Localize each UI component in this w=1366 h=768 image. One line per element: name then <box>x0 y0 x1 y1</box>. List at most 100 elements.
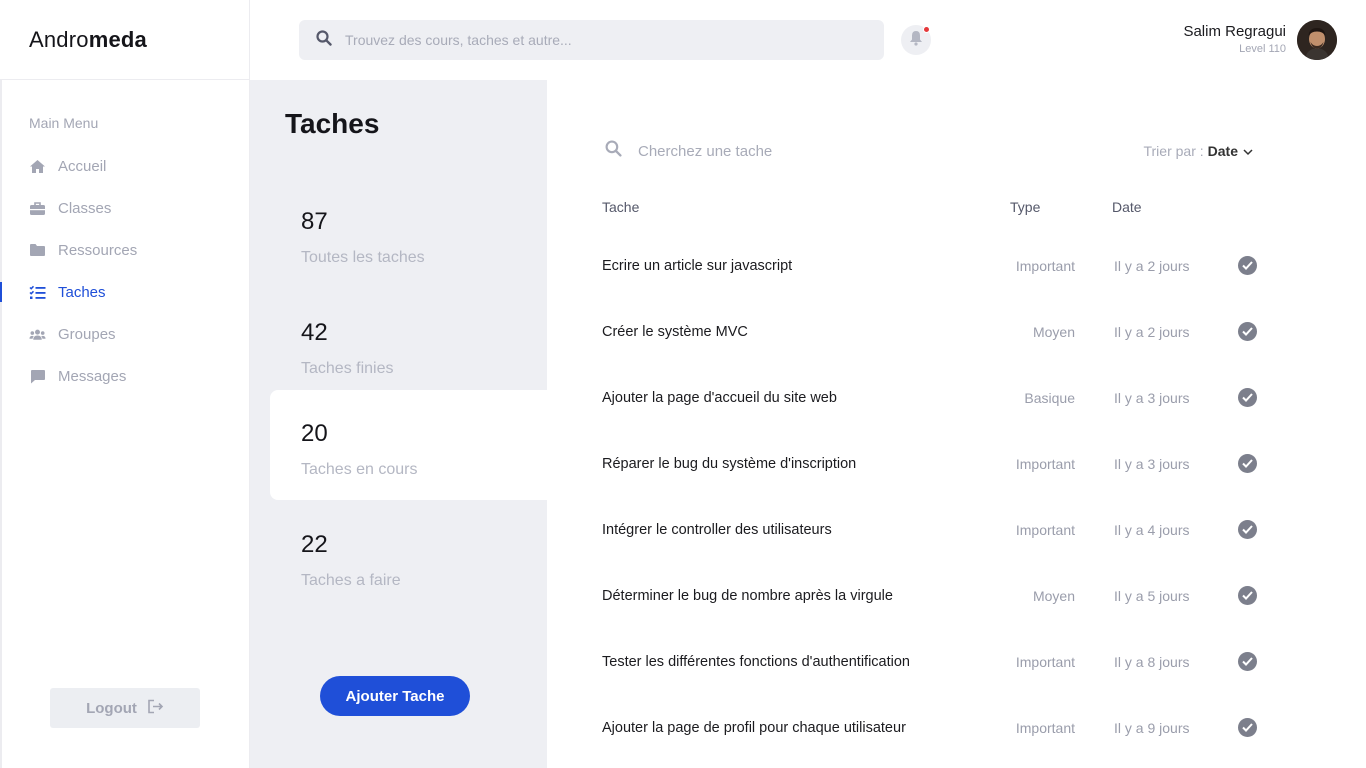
check-circle-icon[interactable] <box>1238 718 1257 737</box>
sidebar-item-label: Taches <box>58 283 106 301</box>
task-name: Créer le système MVC <box>602 324 748 340</box>
table-row[interactable]: Ajouter la page de profil pour chaque ut… <box>602 718 1282 768</box>
task-name: Réparer le bug du système d'inscription <box>602 456 857 472</box>
stat-value: 20 <box>301 420 328 447</box>
task-list-panel: Trier par : Date Tache Type Date Ecrire … <box>547 80 1366 768</box>
check-circle-icon[interactable] <box>1238 388 1257 407</box>
sidebar-item-label: Messages <box>58 367 127 385</box>
check-circle-icon[interactable] <box>1238 322 1257 341</box>
sidebar-item-ressources[interactable]: Ressources <box>0 229 249 271</box>
stat-value: 42 <box>301 319 328 346</box>
task-search-input[interactable] <box>638 142 938 160</box>
stat-card-finished[interactable]: 42 Taches finies <box>270 289 547 399</box>
stat-label: Taches a faire <box>301 572 401 589</box>
column-header-type[interactable]: Type <box>1010 199 1040 215</box>
main-menu: Accueil Classes Ressources Taches Groupe… <box>0 145 249 397</box>
task-search <box>605 140 938 162</box>
sidebar-item-groupes[interactable]: Groupes <box>0 313 249 355</box>
app-logo[interactable]: Andromeda <box>29 27 147 53</box>
table-row[interactable]: Ecrire un article sur javascript Importan… <box>602 256 1282 324</box>
task-name: Ajouter la page de profil pour chaque ut… <box>602 720 906 736</box>
table-row[interactable]: Ajouter la page d'accueil du site web Bas… <box>602 388 1282 456</box>
notifications-button[interactable] <box>901 25 931 55</box>
stat-card-todo[interactable]: 22 Taches a faire <box>270 501 547 611</box>
stat-label: Taches en cours <box>301 461 418 478</box>
sidebar-item-label: Ressources <box>58 241 138 259</box>
column-header-date[interactable]: Date <box>1112 199 1142 215</box>
sidebar-divider <box>0 79 250 80</box>
stat-value: 22 <box>301 531 328 558</box>
stat-card-in-progress[interactable]: 20 Taches en cours <box>270 390 547 500</box>
logout-label: Logout <box>86 699 137 717</box>
task-name: Intégrer le controller des utilisateurs <box>602 522 832 538</box>
check-circle-icon[interactable] <box>1238 454 1257 473</box>
sidebar-item-taches[interactable]: Taches <box>0 271 249 313</box>
sidebar-item-classes[interactable]: Classes <box>0 187 249 229</box>
search-icon <box>316 29 332 51</box>
task-date: Il y a 5 jours <box>1114 588 1190 604</box>
logo-text-regular: Andro <box>29 27 89 52</box>
task-type: Basique <box>1024 390 1075 406</box>
task-type: Important <box>1015 456 1075 472</box>
task-type: Important <box>1015 258 1075 274</box>
task-stats-panel: Taches 87 Toutes les taches 42 Taches fi… <box>250 80 547 768</box>
sort-value: Date <box>1207 143 1238 159</box>
task-name: Tester les différentes fonctions d'authe… <box>602 654 910 670</box>
notification-badge <box>923 26 930 33</box>
table-row[interactable]: Tester les différentes fonctions d'authe… <box>602 652 1282 720</box>
page-title: Taches <box>285 108 380 139</box>
bell-icon <box>909 30 923 51</box>
task-date: Il y a 4 jours <box>1114 522 1190 538</box>
table-row[interactable]: Déterminer le bug de nombre après la vir… <box>602 586 1282 654</box>
task-date: Il y a 3 jours <box>1114 456 1190 472</box>
sidebar-item-label: Classes <box>58 199 112 217</box>
sort-label: Trier par : <box>1143 143 1204 159</box>
task-name: Ecrire un article sur javascript <box>602 258 793 274</box>
task-date: Il y a 8 jours <box>1114 654 1190 670</box>
menu-title: Main Menu <box>29 115 99 131</box>
task-list-icon <box>29 284 46 301</box>
task-date: Il y a 2 jours <box>1114 324 1190 340</box>
add-task-button[interactable]: Ajouter Tache <box>320 676 470 716</box>
task-type: Important <box>1015 522 1075 538</box>
table-row[interactable]: Réparer le bug du système d'inscription I… <box>602 454 1282 522</box>
table-row[interactable]: Intégrer le controller des utilisateurs I… <box>602 520 1282 588</box>
users-icon <box>29 326 46 343</box>
task-type: Moyen <box>1032 324 1075 340</box>
user-name[interactable]: Salim Regragui <box>1183 23 1286 40</box>
check-circle-icon[interactable] <box>1238 256 1257 275</box>
stat-value: 87 <box>301 208 328 235</box>
task-type: Important <box>1015 720 1075 736</box>
sidebar-item-accueil[interactable]: Accueil <box>0 145 249 187</box>
user-level: Level 110 <box>1239 43 1286 55</box>
check-circle-icon[interactable] <box>1238 586 1257 605</box>
task-date: Il y a 9 jours <box>1114 720 1190 736</box>
task-type: Moyen <box>1032 588 1075 604</box>
logout-button[interactable]: Logout <box>50 688 200 728</box>
global-search <box>299 20 884 60</box>
chevron-down-icon <box>1243 143 1253 159</box>
folder-icon <box>29 242 46 259</box>
sort-dropdown[interactable]: Trier par : Date <box>1143 143 1253 159</box>
briefcase-icon <box>29 200 46 217</box>
table-row[interactable]: Créer le système MVC Moyen Il y a 2 jours <box>602 322 1282 390</box>
sidebar-item-label: Groupes <box>58 325 116 343</box>
home-icon <box>29 158 46 175</box>
stat-card-all[interactable]: 87 Toutes les taches <box>270 178 547 288</box>
logo-text-bold: meda <box>88 27 147 52</box>
avatar[interactable] <box>1297 20 1337 60</box>
check-circle-icon[interactable] <box>1238 520 1257 539</box>
app-root: Andromeda Main Menu Accueil Classes Ress… <box>0 0 1366 768</box>
task-name: Déterminer le bug de nombre après la vir… <box>602 588 893 604</box>
check-circle-icon[interactable] <box>1238 652 1257 671</box>
task-date: Il y a 2 jours <box>1114 258 1190 274</box>
stat-label: Toutes les taches <box>301 249 425 266</box>
chat-icon <box>29 368 46 385</box>
sidebar-item-label: Accueil <box>58 157 107 175</box>
global-search-input[interactable] <box>345 32 845 48</box>
column-header-task[interactable]: Tache <box>602 199 639 215</box>
sidebar: Andromeda Main Menu Accueil Classes Ress… <box>0 0 250 768</box>
task-name: Ajouter la page d'accueil du site web <box>602 390 837 406</box>
sidebar-item-messages[interactable]: Messages <box>0 355 249 397</box>
task-type: Important <box>1015 654 1075 670</box>
